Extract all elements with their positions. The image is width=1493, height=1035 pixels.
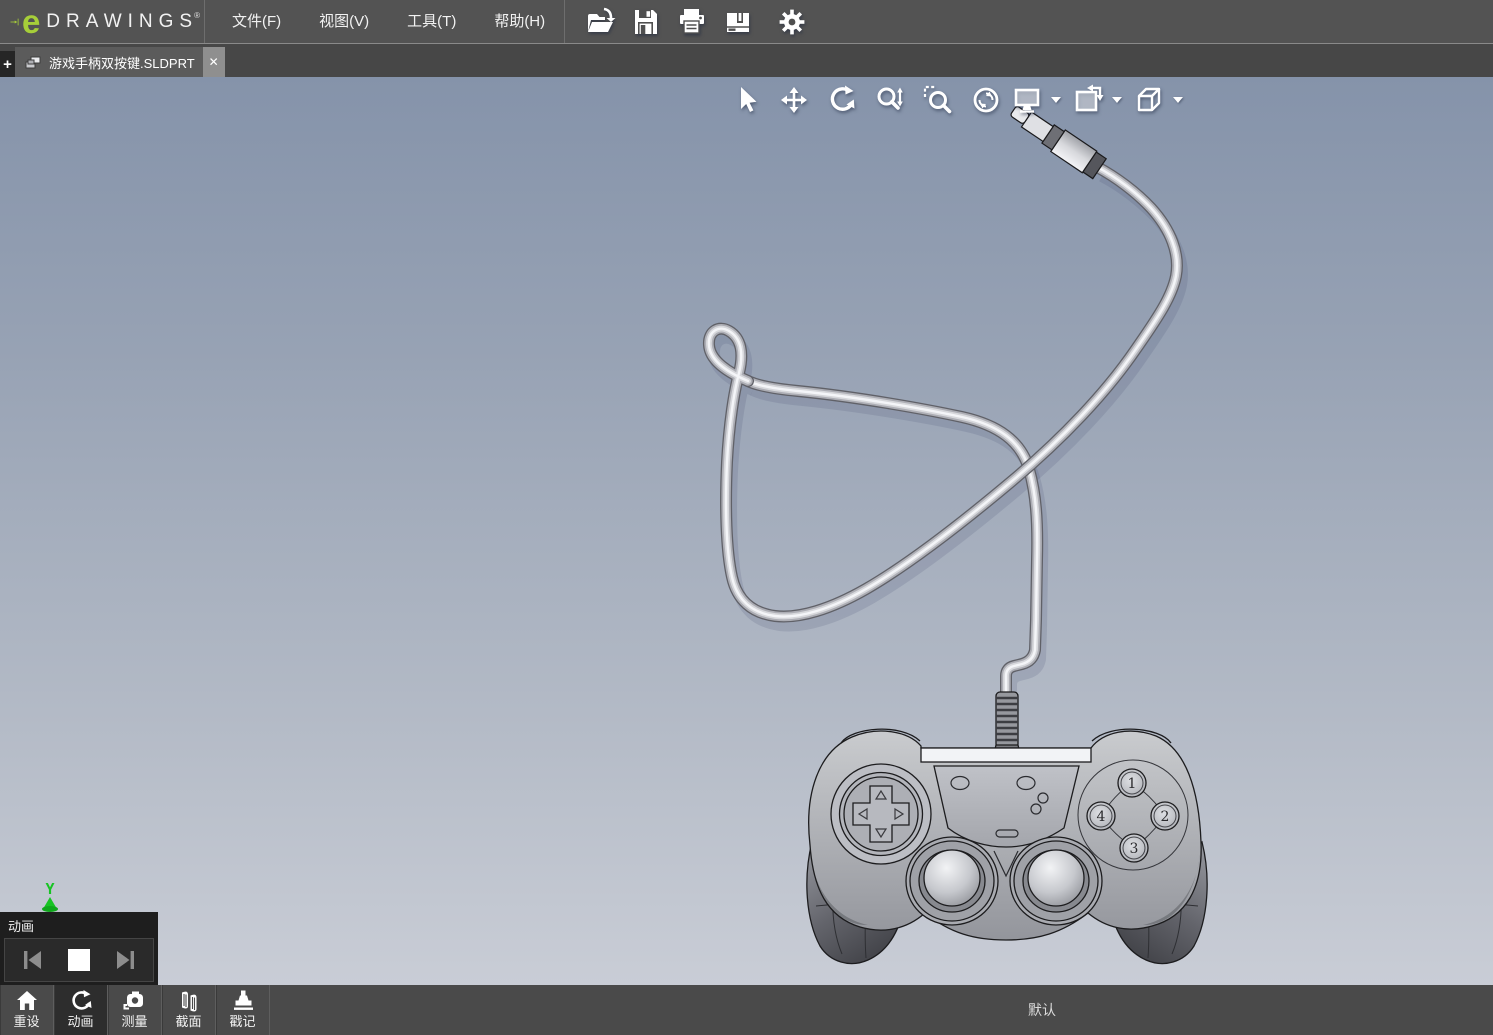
button-3-label: 3 [1130,841,1139,857]
main-toolbar [565,0,815,43]
zoom-inout-icon [877,87,903,110]
cable-strand-a [748,381,1037,700]
tab-active[interactable]: 游戏手柄双按键.SLDPRT ✕ [15,47,225,77]
reset-tool[interactable]: 重设 [0,985,54,1035]
open-button[interactable] [577,2,623,42]
select-cursor-icon [741,87,757,112]
orientation-triad: Y [42,880,58,912]
chevron-down-icon[interactable] [1173,97,1183,103]
animation-panel-title: 动画 [8,919,35,934]
save-icon [635,9,658,34]
gamepad-body: 1 2 3 4 [806,691,1208,965]
previous-frame-button[interactable] [19,946,47,974]
tab-close-button[interactable]: ✕ [202,47,225,77]
tool-label: 截面 [175,1014,202,1029]
logo-e: e [21,2,41,40]
open-file-icon [588,7,616,32]
triad-y-label: Y [45,880,54,898]
pan-icon [781,87,807,113]
named-views-button[interactable] [1071,83,1132,117]
options-gear-icon [779,9,805,34]
zoom-area-icon [923,85,952,114]
menu-file[interactable]: 文件(F) [219,0,294,44]
publish-icon [727,12,750,32]
options-button[interactable] [769,2,815,42]
next-frame-button[interactable] [111,946,139,974]
menu-help[interactable]: 帮助(H) [481,0,558,44]
orientation-cube-icon [1137,87,1161,112]
print-icon [680,8,705,34]
menu-view[interactable]: 视图(V) [306,0,382,44]
chevron-down-icon[interactable] [1051,97,1061,103]
button-4-label: 4 [1097,809,1106,825]
animation-controls [4,938,154,982]
menu-bar: e DRAWINGS ® 文件(F) 视图(V) 工具(T) 帮助(H) [0,0,1493,44]
rotate-icon [830,85,855,111]
stop-icon [68,949,90,971]
button-1-label: 1 [1128,776,1137,792]
previous-frame-icon [24,951,41,969]
home-icon [16,991,37,1010]
edrawings-arrow-icon [10,18,19,25]
zoom-fit-button[interactable] [962,83,1010,117]
stamp-tool[interactable]: 戳记 [216,985,270,1035]
status-bar: 重设 动画 测量 截面 戳记 默认 [0,985,1493,1035]
zoom-button[interactable] [866,83,914,117]
tab-title: 游戏手柄双按键.SLDPRT [49,55,195,71]
section-tool[interactable]: 截面 [162,985,216,1035]
new-tab-button[interactable]: + [0,51,15,77]
save-button[interactable] [623,2,669,42]
next-frame-icon [117,951,134,969]
measure-icon [123,991,143,1010]
tool-label: 动画 [67,1014,94,1029]
logo-reg: ® [194,11,200,20]
logo-name: DRAWINGS [46,10,199,32]
publish-button[interactable] [715,2,761,42]
stop-button[interactable] [65,946,93,974]
tab-bar: + 游戏手柄双按键.SLDPRT ✕ [0,44,1493,77]
view-display-icon [1014,88,1040,113]
section-icon [181,991,196,1012]
animation-icon [71,990,91,1010]
menu-items: 文件(F) 视图(V) 工具(T) 帮助(H) [205,0,566,44]
cable-shadow [714,176,1182,709]
named-views-icon [1075,84,1104,112]
zoom-fit-icon [973,87,999,113]
part-document-icon [25,56,41,69]
tool-label: 戳记 [229,1014,256,1029]
gamepad-3d-model[interactable]: 1 2 3 4 [0,77,1493,985]
animation-tool[interactable]: 动画 [54,985,108,1035]
tool-label: 重设 [13,1014,40,1029]
edrawings-window: { "brand": { "logo_e": "e", "logo_name":… [0,0,1493,1035]
pan-button[interactable] [770,83,818,117]
orientation-cube-button[interactable] [1132,83,1193,117]
chevron-down-icon[interactable] [1112,97,1122,103]
measure-tool[interactable]: 测量 [108,985,162,1035]
select-button[interactable] [722,83,770,117]
stamp-icon [233,990,253,1010]
view-display-button[interactable] [1010,83,1071,117]
zoom-area-button[interactable] [914,83,962,117]
button-2-label: 2 [1161,809,1170,825]
edrawings-logo: e DRAWINGS ® [0,0,205,43]
view-toolbar [722,82,1193,118]
tool-label: 测量 [121,1014,148,1029]
rotate-button[interactable] [818,83,866,117]
model-viewport[interactable]: 1 2 3 4 Y 动画 [0,77,1493,985]
configuration-label: 默认 [1028,1002,1056,1018]
print-button[interactable] [669,2,715,42]
menu-tools[interactable]: 工具(T) [394,0,469,44]
animation-panel: 动画 [0,912,158,985]
